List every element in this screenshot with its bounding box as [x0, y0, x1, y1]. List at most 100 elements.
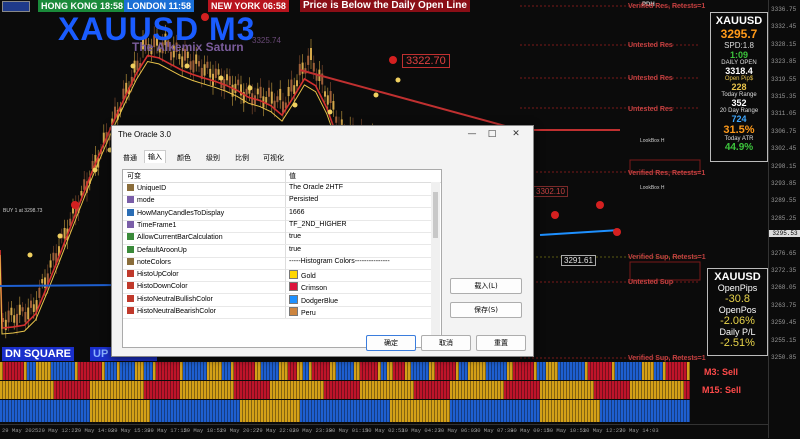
histogram-bar [600, 362, 603, 380]
histogram-bar [636, 381, 639, 399]
time-tick: 30 May 01:15 [328, 427, 369, 434]
histogram-bar [45, 381, 48, 399]
tab-colors[interactable]: 颜色 [174, 152, 194, 164]
reset-button[interactable]: 重置 [476, 335, 526, 351]
tab-visualization[interactable]: 可视化 [260, 152, 287, 164]
input-row[interactable]: HowManyCandlesToDisplay 1666 [123, 207, 433, 221]
histogram-bar [444, 381, 447, 399]
tab-levels[interactable]: 级别 [203, 152, 223, 164]
input-value[interactable]: 1666 [289, 209, 305, 216]
signal-dot-red [389, 56, 397, 64]
histogram-bar [282, 362, 285, 380]
level-label: Untested Res [628, 42, 673, 49]
input-row[interactable]: TimeFrame1 TF_2ND_HIGHER [123, 219, 433, 233]
histogram-bar [60, 362, 63, 380]
signal-dot [395, 77, 401, 83]
histogram-bar [417, 362, 420, 380]
histogram-bar [528, 400, 531, 422]
histogram-bar [261, 400, 264, 422]
candle-body [290, 79, 293, 92]
histogram-bar [336, 362, 339, 380]
color-type-icon [127, 307, 134, 314]
histogram-bar [375, 381, 378, 399]
load-button[interactable]: 载入(L) [450, 278, 522, 294]
panel-pct: 31.5% [723, 124, 755, 136]
input-name-text: HistoNeutralBearishColor [137, 308, 216, 315]
price-tick: 3298.15 [771, 162, 797, 170]
candle-body [226, 74, 228, 81]
input-value[interactable]: TF_2ND_HIGHER [289, 221, 347, 228]
histogram-bar [99, 381, 102, 399]
histogram-bar [144, 400, 147, 422]
input-value[interactable]: Gold [289, 270, 316, 280]
input-value[interactable]: Peru [289, 307, 316, 317]
histogram-bar [120, 400, 123, 422]
time-axis[interactable]: 29 May 2025 29 May 12:27 29 May 14:03 29 Ma… [0, 424, 768, 439]
tab-inputs[interactable]: 输入 [144, 150, 166, 163]
ok-button[interactable]: 确定 [366, 335, 416, 351]
input-row[interactable]: HistoNeutralBullishColor DodgerBlue [123, 293, 433, 307]
histogram-bar [657, 362, 660, 380]
maximize-icon[interactable]: □ [484, 128, 500, 140]
candle-body [206, 61, 209, 68]
input-row[interactable]: HistoNeutralBearishColor Peru [123, 306, 433, 319]
signal-dot-red [71, 201, 79, 209]
histogram-bar [252, 400, 255, 422]
minimize-icon[interactable]: — [464, 128, 480, 140]
input-row[interactable]: DefaultAroonUp true [123, 244, 433, 258]
histogram-bar [462, 381, 465, 399]
input-row[interactable]: noteColors -----Histogram Colors---------… [123, 256, 433, 270]
input-value[interactable]: Crimson [289, 282, 327, 292]
price-box-lower: 3291.61 [561, 255, 596, 266]
grid-scrollbar[interactable] [431, 182, 440, 346]
histogram-bar [210, 381, 213, 399]
scrollbar-thumb[interactable] [433, 192, 438, 238]
tab-scale[interactable]: 比例 [232, 152, 252, 164]
histogram-bar [66, 362, 69, 380]
histogram-bar [444, 362, 447, 380]
price-tick: 3250.85 [771, 354, 797, 361]
histogram-bar [606, 400, 609, 422]
candle-body [21, 307, 24, 312]
candle-body [270, 91, 273, 104]
input-row[interactable]: mode Persisted [123, 195, 433, 209]
input-row[interactable]: AllowCurrentBarCalculation true [123, 232, 433, 246]
tab-common[interactable]: 普通 [120, 152, 140, 164]
cancel-button[interactable]: 取消 [421, 335, 471, 351]
histogram-bar [204, 381, 207, 399]
histogram-bar [567, 362, 570, 380]
histogram-bar [105, 400, 108, 422]
dn-square-signal: DN SQUARE [2, 347, 75, 361]
histogram-bar [588, 400, 591, 422]
input-value[interactable]: -----Histogram Colors--------------- [289, 258, 390, 265]
input-row[interactable]: HistoDownColor Crimson [123, 281, 433, 295]
histogram-bar [576, 400, 579, 422]
histogram-bar [546, 400, 549, 422]
histogram-bar [318, 381, 321, 399]
input-value[interactable]: The Oracle 2HTF [289, 184, 343, 191]
histogram-bar [102, 400, 105, 422]
input-value[interactable]: true [289, 246, 301, 253]
input-value[interactable]: Persisted [289, 196, 318, 203]
histogram-bar [159, 400, 162, 422]
histogram-bar [534, 400, 537, 422]
price-axis[interactable]: 3336.75 3332.45 3328.15 3323.85 3319.55 3315.… [768, 0, 800, 438]
histogram-bar [225, 400, 228, 422]
histogram-bar [612, 362, 615, 380]
histogram-bar [414, 381, 417, 399]
save-button[interactable]: 保存(S) [450, 302, 522, 318]
histogram-bar [15, 400, 18, 422]
input-value[interactable]: DodgerBlue [289, 294, 338, 305]
histogram-bar [255, 381, 258, 399]
histogram-bar [180, 400, 183, 422]
input-value[interactable]: true [289, 233, 301, 240]
histogram-bar [339, 381, 342, 399]
input-row[interactable]: UniqueID The Oracle 2HTF [123, 183, 433, 196]
input-row[interactable]: HistoUpColor Gold [123, 269, 433, 283]
histogram-bar [429, 381, 432, 399]
histogram-bar [21, 362, 24, 380]
histogram-bar [252, 381, 255, 399]
close-icon[interactable]: ✕ [508, 128, 524, 140]
input-name-text: mode [137, 197, 155, 205]
time-tick: 29 May 14:03 [74, 427, 115, 434]
